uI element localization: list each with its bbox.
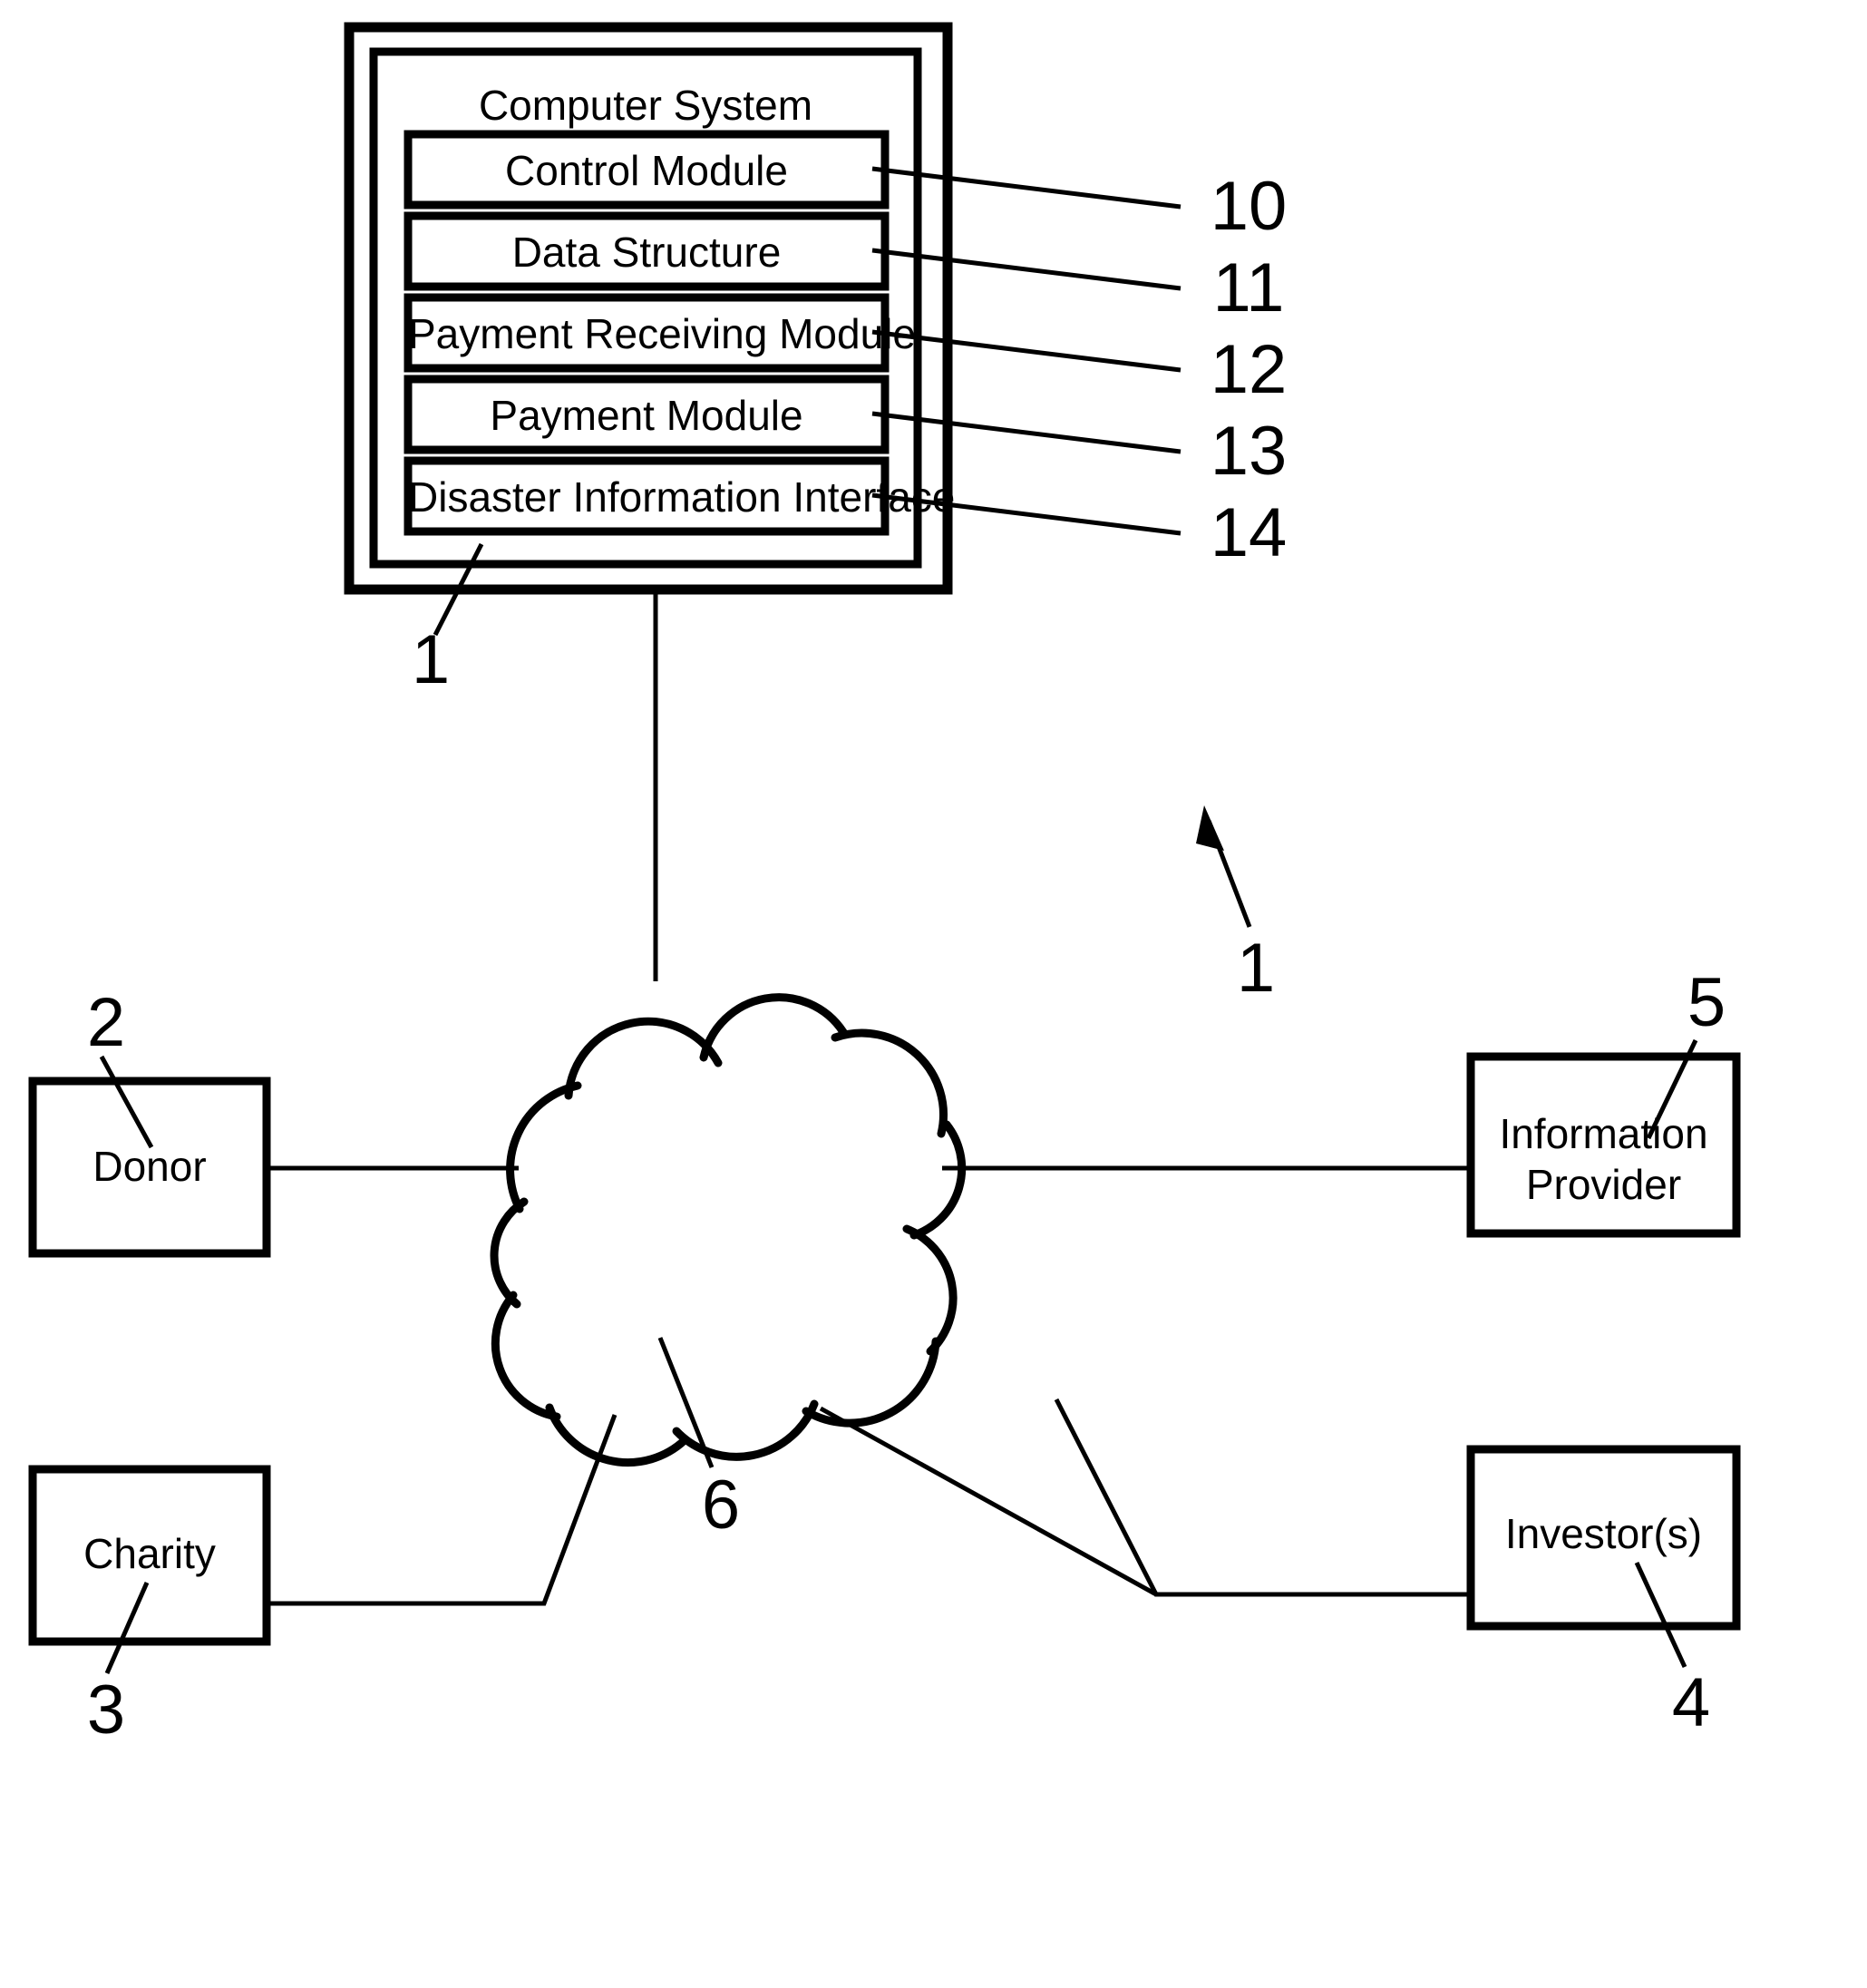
leader-line-2 bbox=[99, 1055, 154, 1149]
link-investors-to-network bbox=[1088, 952, 1471, 1594]
ref-number-3: 3 bbox=[86, 1671, 126, 1749]
link-investors-to-network-path bbox=[1054, 1398, 1471, 1597]
charity-label: Charity bbox=[83, 1530, 216, 1577]
ref-number-10: 10 bbox=[1210, 168, 1288, 245]
information-provider-label-line1: Information bbox=[1499, 1110, 1708, 1157]
information-provider-label-line2: Provider bbox=[1525, 1161, 1682, 1209]
module-label-payment-receiving-module: Payment Receiving Module bbox=[408, 310, 916, 357]
leader-line-4 bbox=[1634, 1561, 1687, 1669]
figure-canvas bbox=[28, 22, 1741, 1675]
leader-line-1-inner bbox=[479, 755, 533, 759]
ref-number-1-outer: 1 bbox=[1236, 930, 1276, 1007]
ref-number-1-inner: 1 bbox=[411, 621, 451, 698]
ref-number-2: 2 bbox=[86, 984, 126, 1061]
network-cloud bbox=[490, 993, 967, 1467]
investors-label: Investor(s) bbox=[1504, 1510, 1703, 1557]
module-label-data-structure: Data Structure bbox=[511, 229, 782, 276]
ref-number-4: 4 bbox=[1671, 1664, 1711, 1741]
module-label-payment-module: Payment Module bbox=[490, 392, 803, 439]
computer-system-title: Computer System bbox=[478, 82, 813, 129]
information-provider-label: Information Provider bbox=[1471, 1108, 1736, 1210]
patent-figure: Computer System Control Module Data Stru… bbox=[0, 0, 1867, 1988]
ref-number-13: 13 bbox=[1210, 413, 1288, 490]
donor-label: Donor bbox=[92, 1143, 207, 1190]
ref-number-11: 11 bbox=[1212, 249, 1285, 326]
ref-number-12: 12 bbox=[1210, 331, 1288, 408]
ref-number-6: 6 bbox=[701, 1467, 741, 1544]
link-investors-network-segment bbox=[819, 1406, 1158, 1597]
ref-number-5: 5 bbox=[1687, 964, 1726, 1041]
module-label-disaster-information-interface: Disaster Information Interface bbox=[408, 473, 956, 521]
arrowhead-icon bbox=[1196, 805, 1224, 851]
ref-number-14: 14 bbox=[1210, 494, 1288, 571]
link-charity-to-network bbox=[267, 1414, 617, 1606]
leader-line-3 bbox=[104, 1581, 150, 1675]
module-label-control-module: Control Module bbox=[505, 147, 788, 194]
